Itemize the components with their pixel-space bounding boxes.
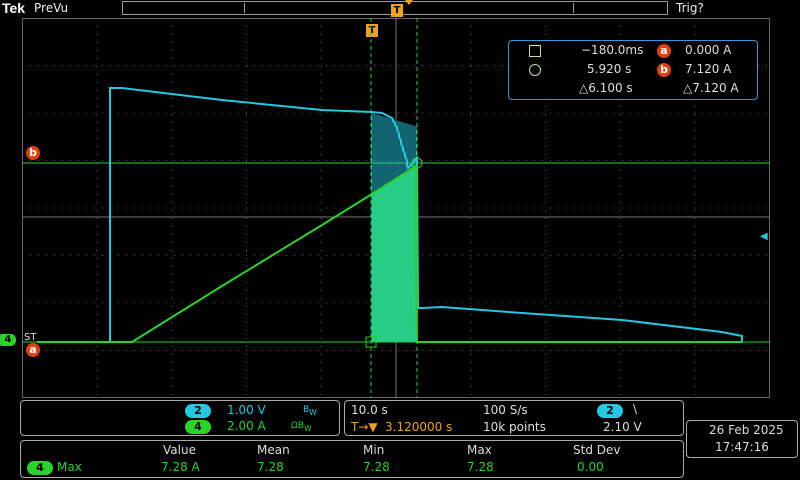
horizontal-position[interactable]: 3.120000 s (385, 420, 452, 434)
ch4-scale[interactable]: 2.00 A (227, 419, 266, 433)
ch4-ground-marker[interactable]: 4 (0, 334, 16, 346)
datetime-panel: 26 Feb 2025 17:47:16 (686, 420, 798, 458)
cursor-readout-row-delta: △6.100 s △7.120 A (509, 81, 759, 99)
meas-type: Max (57, 460, 82, 474)
trigger-level-arrow-icon: ◀ (760, 231, 768, 242)
meas-stddev: 0.00 (577, 460, 604, 474)
square-cursor-icon (529, 45, 541, 57)
channel-settings-panel[interactable]: 2 1.00 V BW 4 2.00 A ΩBW (20, 400, 340, 436)
cursor-a-time: −180.0ms (581, 43, 644, 57)
meas-source-badge[interactable]: 4 (27, 461, 53, 475)
timebase-panel[interactable]: 10.0 s 100 S/s 2 \ T→▼ 3.120000 s 10k po… (344, 400, 684, 436)
brand-logo: Tek (2, 0, 26, 16)
meas-min: 7.28 (363, 460, 390, 474)
meas-max: 7.28 (467, 460, 494, 474)
ch2-scale[interactable]: 1.00 V (227, 403, 266, 417)
meas-mean: 7.28 (257, 460, 284, 474)
measurement-panel[interactable]: Value Mean Min Max Std Dev 4 Max 7.28 A … (20, 440, 684, 478)
timebase-scale[interactable]: 10.0 s (351, 403, 388, 417)
cursor-readout-row-b: 5.920 s b 7.120 A (509, 62, 759, 80)
cursor-readout[interactable]: −180.0ms a 0.000 A 5.920 s b 7.120 A △6.… (508, 40, 758, 100)
trigger-slope-icon: \ (633, 402, 638, 416)
ch4-bandwidth-icon: ΩBW (291, 421, 312, 433)
ch4-trace (37, 164, 742, 343)
cursor-readout-row-a: −180.0ms a 0.000 A (509, 43, 759, 61)
date: 26 Feb 2025 (709, 423, 784, 437)
cursor-a-value: 0.000 A (685, 43, 732, 57)
trigger-source-badge[interactable]: 2 (597, 404, 623, 418)
st-label: ST (24, 332, 37, 343)
trigger-level[interactable]: 2.10 V (603, 420, 642, 434)
trigger-position-marker[interactable]: T (391, 4, 403, 17)
record-trigger-indicator (405, 0, 413, 5)
trigger-position-prefix: T→▼ (351, 420, 378, 434)
record-length: 10k points (483, 420, 546, 434)
cursor-b-badge[interactable]: b (26, 146, 40, 160)
time: 17:47:16 (715, 440, 769, 454)
ch2-badge[interactable]: 2 (185, 404, 211, 418)
cursor-a-badge-readout: a (657, 44, 671, 58)
circle-cursor-icon (529, 64, 541, 76)
trigger-status: Trig? (676, 1, 704, 15)
meas-header-mean: Mean (257, 443, 290, 457)
meas-header-min: Min (363, 443, 385, 457)
cursor-delta-value: △7.120 A (683, 81, 739, 95)
meas-header-max: Max (467, 443, 492, 457)
cursor-b-time: 5.920 s (587, 62, 632, 76)
cursor-a-badge[interactable]: a (26, 343, 40, 357)
ch4-badge[interactable]: 4 (185, 420, 211, 434)
meas-value: 7.28 A (161, 460, 200, 474)
cursor-b-badge-readout: b (657, 63, 671, 77)
meas-header-value: Value (163, 443, 196, 457)
acquisition-mode: PreVu (34, 1, 69, 15)
meas-header-stddev: Std Dev (573, 443, 621, 457)
ch2-bandwidth-icon: BW (303, 405, 317, 417)
cursor-b-value: 7.120 A (685, 62, 732, 76)
cursor-delta-time: △6.100 s (579, 81, 633, 95)
sample-rate: 100 S/s (483, 403, 528, 417)
